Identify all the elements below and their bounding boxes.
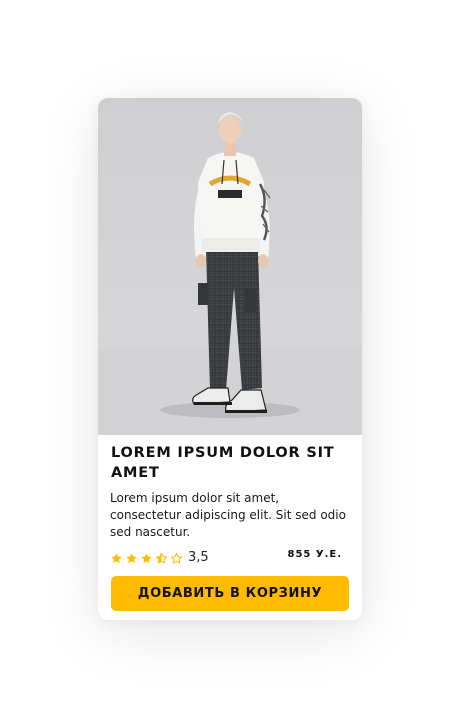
page: LOREM IPSUM DOLOR SIT AMET Lorem ipsum d…: [0, 0, 460, 718]
product-title: LOREM IPSUM DOLOR SIT AMET: [111, 445, 335, 481]
star-half-icon: [155, 552, 168, 564]
product-description: Lorem ipsum dolor sit amet, consectetur …: [110, 491, 346, 539]
product-card: LOREM IPSUM DOLOR SIT AMET Lorem ipsum d…: [98, 98, 362, 620]
product-price: 855 У.Е.: [287, 549, 342, 560]
product-image: [98, 98, 362, 435]
rating: 3,5: [110, 549, 209, 567]
add-to-cart-button[interactable]: ДОБАВИТЬ В КОРЗИНУ: [111, 576, 349, 611]
star-filled-icon: [141, 552, 152, 563]
rating-stars: [110, 552, 183, 565]
star-filled-icon: [126, 552, 137, 563]
star-empty-icon: [170, 552, 183, 564]
star-filled-icon: [111, 552, 122, 563]
rating-value: 3,5: [188, 550, 209, 565]
